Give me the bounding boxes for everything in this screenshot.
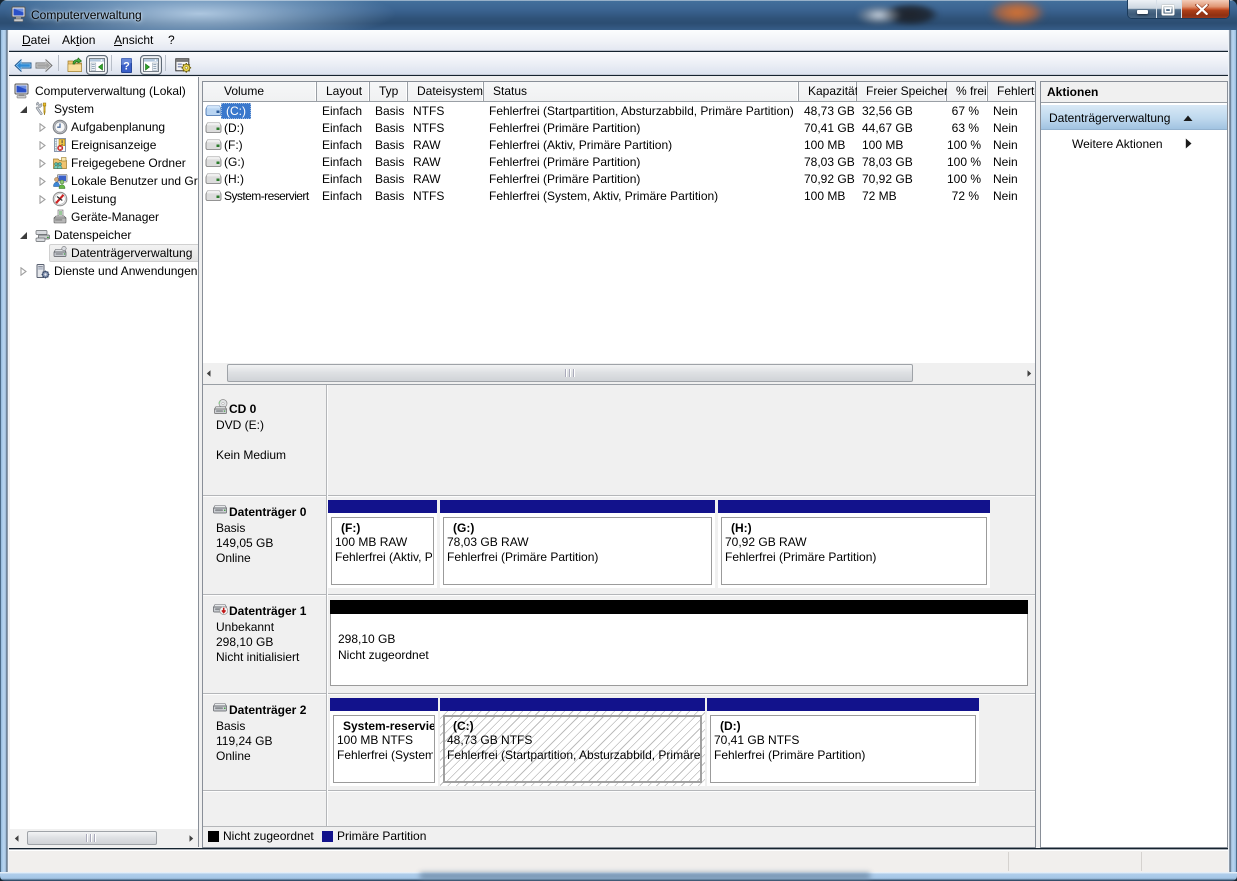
svg-text:?: ?: [123, 61, 130, 73]
